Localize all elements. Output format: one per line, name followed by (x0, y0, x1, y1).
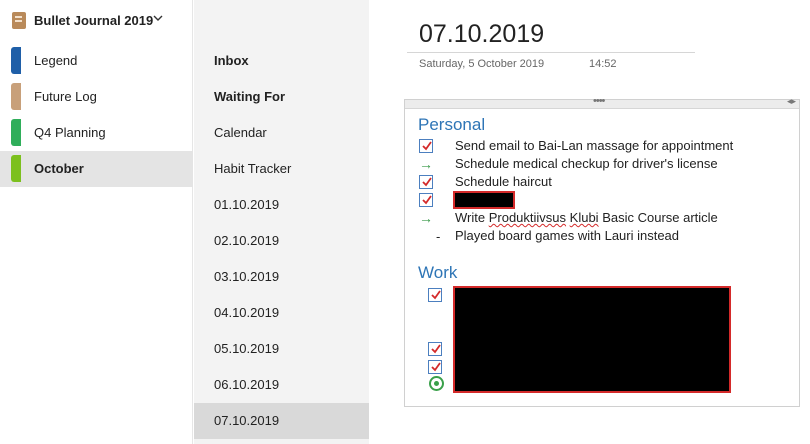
page-item-waiting-for[interactable]: Waiting For (194, 79, 369, 115)
checkbox-checked-icon[interactable] (419, 193, 433, 207)
page-label: 07.10.2019 (214, 413, 280, 428)
redacted-text-box (453, 286, 731, 393)
target-icon[interactable] (429, 376, 444, 391)
page-item[interactable]: 05.10.2019 (194, 331, 369, 367)
note-container-handle[interactable]: •••• ◂▸ (405, 95, 799, 109)
title-underline (407, 52, 695, 53)
item-text[interactable]: Played board games with Lauri instead (455, 228, 679, 243)
section-label: Future Log (34, 89, 97, 104)
page-canvas[interactable]: 07.10.2019 Saturday, 5 October 2019 14:5… (369, 0, 810, 444)
section-legend[interactable]: Legend (0, 43, 193, 79)
page-label: Habit Tracker (214, 161, 292, 176)
notebook-icon (12, 12, 26, 29)
page-item-habit-tracker[interactable]: Habit Tracker (194, 151, 369, 187)
section-color-tab (11, 47, 21, 74)
item-text[interactable]: Schedule haircut (455, 174, 552, 189)
section-color-tab (11, 155, 21, 182)
section-color-tab (11, 83, 21, 110)
resize-arrows-icon[interactable]: ◂▸ (787, 96, 796, 107)
section-label: October (34, 161, 84, 176)
section-q4-planning[interactable]: Q4 Planning (0, 115, 193, 151)
item-text[interactable]: Write Produktiivsus Klubi Basic Course a… (455, 210, 718, 225)
item-text[interactable]: Schedule medical checkup for driver's li… (455, 156, 718, 171)
item-text[interactable]: Send email to Bai-Lan massage for appoin… (455, 138, 733, 153)
page-item-inbox[interactable]: Inbox (194, 43, 369, 79)
page-label: 05.10.2019 (214, 341, 280, 356)
checkbox-checked-icon[interactable] (428, 288, 442, 302)
work-heading[interactable]: Work (418, 263, 457, 283)
list-item[interactable] (427, 286, 447, 304)
page-item[interactable]: 01.10.2019 (194, 187, 369, 223)
notebook-title: Bullet Journal 2019 (34, 13, 154, 28)
migrated-arrow-icon[interactable]: → (419, 211, 433, 225)
list-item[interactable] (427, 358, 447, 376)
page-label: 04.10.2019 (214, 305, 280, 320)
checkbox-checked-icon[interactable] (419, 139, 433, 153)
page-label: Calendar (214, 125, 267, 140)
personal-heading[interactable]: Personal (418, 115, 485, 135)
drag-grip-icon[interactable]: •••• (593, 95, 605, 107)
section-color-tab (11, 119, 21, 146)
page-label: Waiting For (214, 89, 286, 104)
page-item[interactable]: 02.10.2019 (194, 223, 369, 259)
page-item-calendar[interactable]: Calendar (194, 115, 369, 151)
section-future-log[interactable]: Future Log (0, 79, 193, 115)
page-date: Saturday, 5 October 2019 (419, 58, 545, 70)
page-item[interactable]: 06.10.2019 (194, 367, 369, 403)
checkbox-checked-icon[interactable] (419, 175, 433, 189)
migrated-arrow-icon[interactable]: → (419, 157, 433, 171)
page-time: 14:52 (589, 58, 617, 70)
section-october[interactable]: October (0, 151, 193, 187)
page-label: 03.10.2019 (214, 269, 280, 284)
page-label: 01.10.2019 (214, 197, 280, 212)
checkbox-checked-icon[interactable] (428, 360, 442, 374)
page-item-active[interactable]: 07.10.2019 (194, 403, 369, 439)
list-item[interactable]: Schedule haircut (418, 173, 798, 191)
checkbox-checked-icon[interactable] (428, 342, 442, 356)
section-label: Legend (34, 53, 78, 68)
list-item[interactable]: Send email to Bai-Lan massage for appoin… (418, 137, 798, 155)
list-item[interactable]: - Played board games with Lauri instead (418, 227, 798, 245)
page-item[interactable]: 04.10.2019 (194, 295, 369, 331)
section-pane: Bullet Journal 2019 Legend Future Log Q4… (0, 0, 193, 444)
page-item[interactable]: 03.10.2019 (194, 259, 369, 295)
note-container[interactable]: •••• ◂▸ Personal Send email to Bai-Lan m… (404, 95, 800, 407)
list-item[interactable] (427, 340, 447, 358)
list-item[interactable] (418, 191, 798, 209)
notebook-selector[interactable]: Bullet Journal 2019 (0, 0, 193, 43)
page-list: Inbox Waiting For Calendar Habit Tracker… (194, 0, 369, 444)
note-dash-icon: - (436, 229, 441, 244)
list-item[interactable]: → Write Produktiivsus Klubi Basic Course… (418, 209, 798, 227)
page-label: Inbox (214, 53, 249, 68)
chevron-down-icon[interactable] (153, 13, 163, 23)
page-label: 06.10.2019 (214, 377, 280, 392)
redacted-text-box (453, 191, 515, 209)
list-item[interactable]: → Schedule medical checkup for driver's … (418, 155, 798, 173)
section-label: Q4 Planning (34, 125, 106, 140)
page-label: 02.10.2019 (214, 233, 280, 248)
page-title[interactable]: 07.10.2019 (419, 20, 544, 49)
